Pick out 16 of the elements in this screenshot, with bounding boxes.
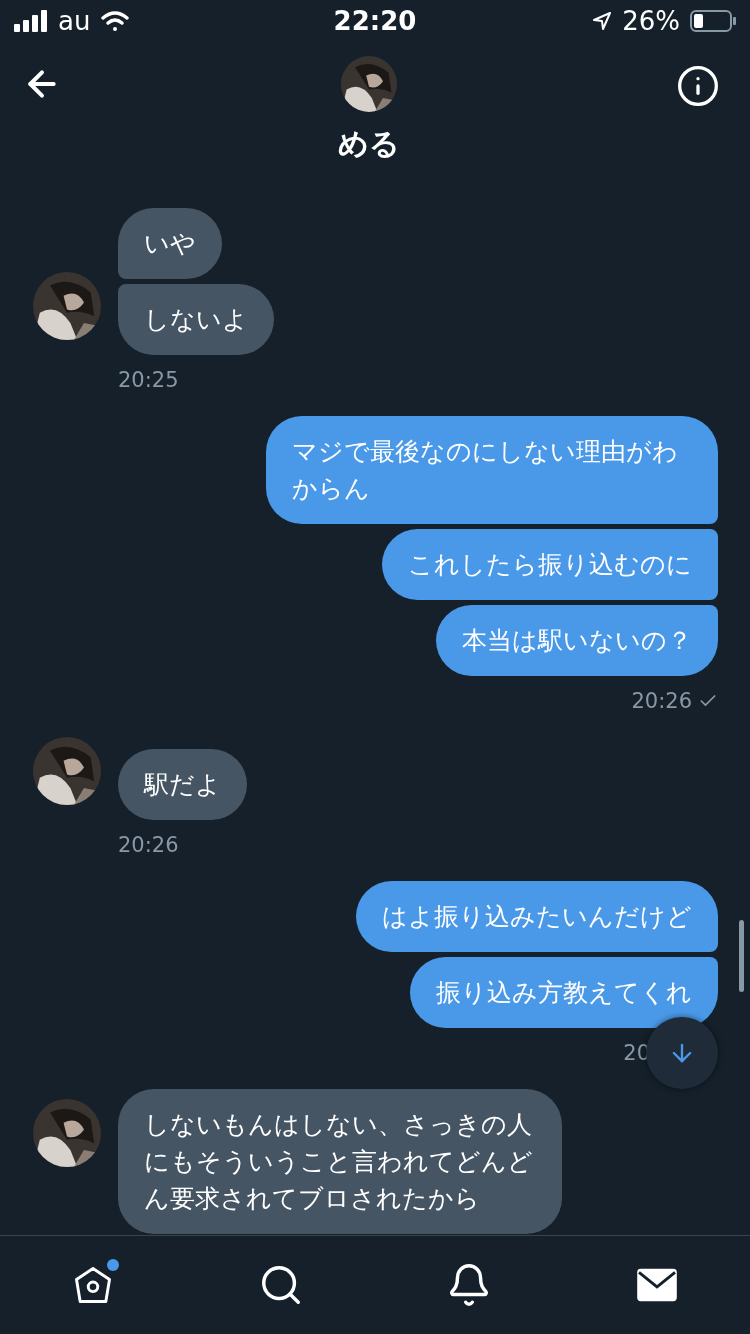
message-time: 20:26 — [631, 689, 692, 713]
message-bubble: いや — [118, 208, 222, 279]
message-bubble: はよ振り込みたいんだけど — [356, 881, 718, 952]
message-bubble: しないもんはしない、さっきの人にもそういうこと言われてどんどん要求されてブロされたから — [118, 1089, 562, 1234]
message-bubble: 駅だよ — [118, 749, 247, 820]
message-time: 20:25 — [118, 368, 179, 392]
carrier-name: au — [58, 6, 91, 36]
message-bubble: 振り込み方教えてくれ — [410, 957, 718, 1028]
contact-name: める — [338, 125, 400, 163]
message-time: 20:26 — [118, 833, 179, 857]
message-bubble: 本当は駅いないの？ — [436, 605, 718, 676]
message-bubble: マジで最後なのにしない理由がわからん — [266, 416, 718, 524]
message-bubble: しないよ — [118, 284, 274, 355]
message-bubble: これしたら振り込むのに — [382, 529, 718, 600]
battery-percent: 26% — [622, 6, 680, 36]
clock-time: 22:20 — [333, 6, 417, 36]
